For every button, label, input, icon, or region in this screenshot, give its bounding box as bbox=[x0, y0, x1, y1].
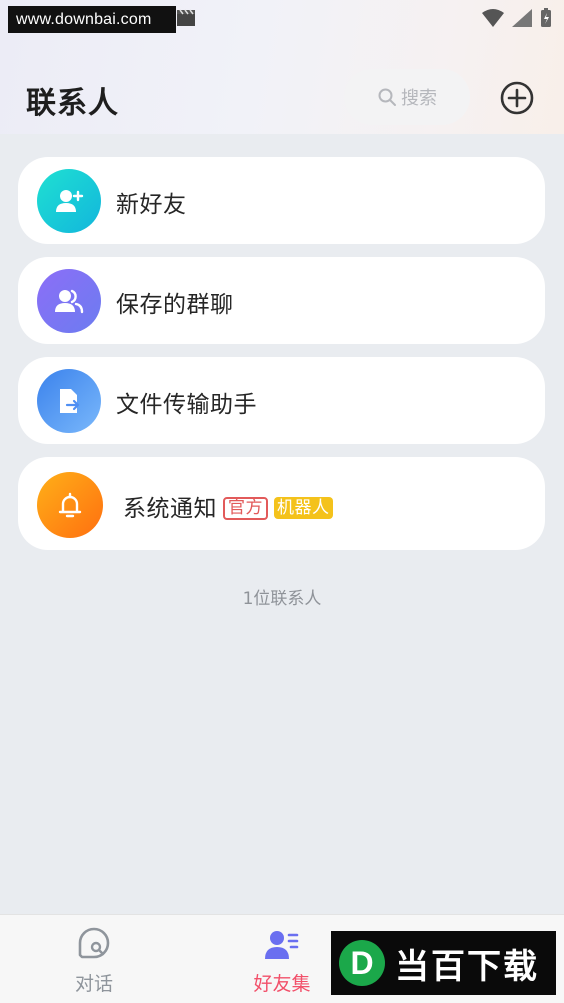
page-title: 联系人 bbox=[26, 86, 119, 121]
tab-label: 好友集 bbox=[253, 973, 311, 995]
watermark-url: www.downbai.com bbox=[8, 6, 176, 33]
contact-item-saved-groups[interactable]: 保存的群聊 bbox=[18, 257, 545, 344]
contacts-icon bbox=[265, 931, 299, 959]
contact-count: 1位联系人 bbox=[242, 589, 322, 609]
brand-watermark: D 当百下载 bbox=[331, 931, 556, 995]
bell-icon bbox=[37, 472, 103, 538]
contact-item-new-friends[interactable]: 新好友 bbox=[18, 157, 545, 244]
signal-icon bbox=[512, 9, 532, 27]
contact-item-file-transfer[interactable]: 文件传输助手 bbox=[18, 357, 545, 444]
tab-chat[interactable]: 对话 bbox=[34, 915, 154, 1003]
brand-text: 当百下载 bbox=[395, 946, 539, 987]
robot-badge: 机器人 bbox=[274, 497, 333, 519]
add-user-icon bbox=[37, 169, 101, 233]
contact-label: 文件传输助手 bbox=[116, 392, 257, 418]
contact-label: 系统通知 bbox=[123, 496, 217, 522]
add-circle-icon[interactable] bbox=[498, 79, 536, 117]
contact-item-system-notice[interactable]: 系统通知 官方 机器人 bbox=[18, 457, 545, 550]
search-placeholder: 搜索 bbox=[401, 88, 437, 109]
contact-label: 新好友 bbox=[116, 192, 187, 218]
search-input[interactable]: 搜索 bbox=[344, 69, 470, 125]
tab-contacts[interactable]: 好友集 bbox=[222, 915, 342, 1003]
tab-label: 对话 bbox=[74, 973, 113, 995]
group-icon bbox=[37, 269, 101, 333]
chat-icon bbox=[78, 927, 110, 959]
clapperboard-icon bbox=[177, 9, 195, 26]
file-transfer-icon bbox=[37, 369, 101, 433]
contact-label: 保存的群聊 bbox=[116, 292, 234, 318]
search-icon bbox=[378, 88, 396, 106]
contact-label-row: 系统通知 官方 机器人 bbox=[123, 489, 333, 523]
wifi-icon bbox=[482, 9, 504, 27]
official-badge: 官方 bbox=[223, 497, 268, 520]
status-bar bbox=[482, 8, 552, 28]
battery-icon bbox=[541, 8, 551, 27]
brand-logo: D bbox=[339, 940, 385, 986]
